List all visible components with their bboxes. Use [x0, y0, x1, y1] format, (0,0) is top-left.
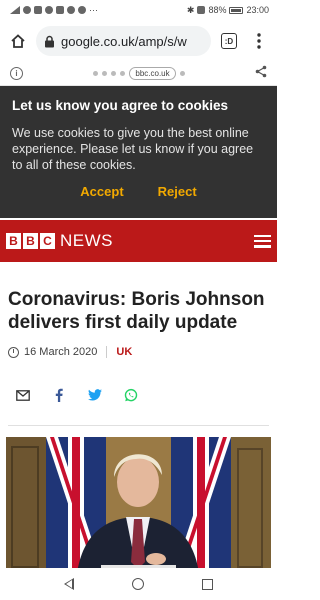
carousel-dot [179, 71, 185, 76]
bluetooth-icon: ✱ [186, 4, 195, 15]
twitter-icon[interactable] [88, 388, 102, 402]
chrome-notification-icon [67, 6, 75, 14]
logo-letter: B [23, 233, 38, 249]
amp-header: i bbc.co.uk [0, 62, 277, 86]
back-icon[interactable] [64, 578, 74, 590]
carousel-dot [93, 71, 99, 76]
messenger-notification-icon [45, 6, 53, 14]
info-icon[interactable]: i [10, 67, 23, 80]
battery-icon [229, 6, 244, 14]
article: Coronavirus: Boris Johnson delivers firs… [0, 262, 277, 582]
amp-carousel-indicator: bbc.co.uk [93, 67, 185, 80]
vibrate-icon [197, 6, 206, 14]
cookie-actions: Accept Reject [12, 184, 265, 199]
recent-apps-icon[interactable] [202, 578, 213, 590]
logo-section: NEWS [60, 231, 113, 250]
article-headline: Coronavirus: Boris Johnson delivers firs… [8, 289, 265, 333]
clock-time: 23:00 [246, 5, 269, 15]
cookie-body: We use cookies to give you the best onli… [12, 126, 254, 172]
carousel-dot [111, 71, 117, 76]
carousel-dot [120, 71, 126, 76]
logo-letter: C [40, 233, 55, 249]
bbc-news-logo[interactable]: B B C NEWS [6, 231, 113, 251]
cookie-title: Let us know you agree to cookies [12, 98, 229, 113]
logo-letter: B [6, 233, 21, 249]
url-text: google.co.uk/amp/s/w [61, 33, 187, 49]
address-bar[interactable]: google.co.uk/amp/s/w [36, 26, 211, 56]
tabs-button[interactable]: :D [217, 29, 241, 53]
home-button[interactable] [6, 29, 30, 53]
status-bar: ··· ✱ 88% 23:00 [0, 0, 277, 20]
share-icon [255, 65, 267, 77]
whatsapp-icon[interactable] [124, 388, 138, 402]
home-circle-icon[interactable] [132, 578, 144, 590]
email-icon[interactable] [16, 388, 30, 402]
domain-chip[interactable]: bbc.co.uk [129, 67, 176, 80]
share-page-button[interactable] [255, 65, 267, 83]
article-meta: 16 March 2020 UK [8, 346, 269, 358]
article-date: 16 March 2020 [24, 346, 98, 358]
facebook-icon[interactable] [52, 388, 66, 402]
tab-count: :D [221, 33, 237, 49]
signal-icon [10, 6, 20, 14]
home-icon [11, 34, 25, 48]
facebook-notification-icon [34, 6, 42, 14]
notification-icon [78, 6, 86, 14]
more-notifications: ··· [89, 5, 98, 15]
menu-icon[interactable] [254, 234, 271, 248]
meta-divider [106, 346, 108, 358]
mail-notification-icon [56, 6, 64, 14]
divider [8, 425, 269, 426]
cookie-banner: Let us know you agree to cookies We use … [0, 86, 277, 218]
article-hero-image[interactable] [6, 437, 271, 582]
more-vert-icon [257, 33, 261, 49]
browser-toolbar: google.co.uk/amp/s/w :D [0, 20, 277, 62]
status-bar-left: ··· [10, 5, 98, 15]
accept-cookies-button[interactable]: Accept [80, 184, 123, 199]
lock-icon [45, 35, 54, 47]
status-bar-right: ✱ 88% 23:00 [187, 5, 269, 16]
site-header: B B C NEWS [0, 220, 277, 262]
system-nav-bar [0, 568, 277, 600]
share-bar [0, 358, 277, 414]
wifi-icon [23, 6, 31, 14]
clock-icon [8, 346, 19, 358]
browser-menu-button[interactable] [247, 29, 271, 53]
reject-cookies-button[interactable]: Reject [158, 184, 197, 199]
article-topic-link[interactable]: UK [116, 346, 132, 358]
carousel-dot [102, 71, 108, 76]
battery-percent: 88% [208, 5, 227, 15]
